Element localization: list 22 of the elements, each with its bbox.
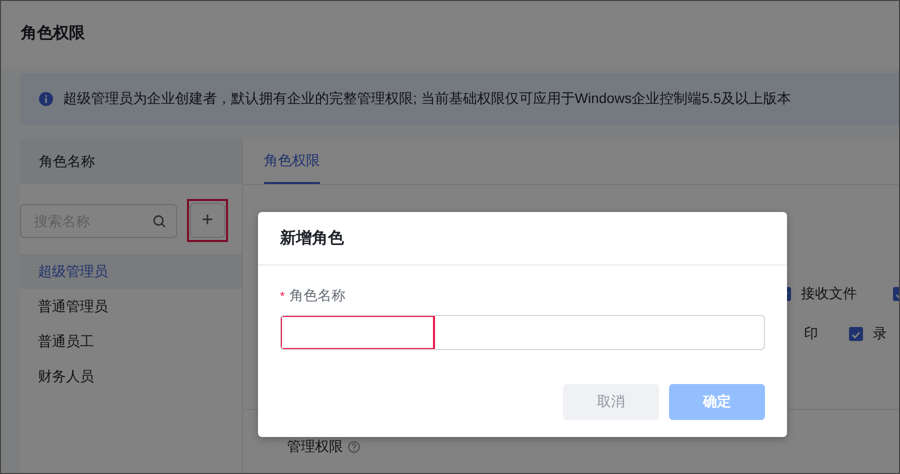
search-icon (153, 214, 166, 228)
cancel-button[interactable]: 取消 (563, 384, 659, 420)
notice-text: 超级管理员为企业创建者，默认拥有企业的完整管理权限; 当前基础权限仅可应用于Windows企业控制端5.5及以上版本 (63, 90, 792, 108)
section-title: 管理权限 (287, 438, 343, 456)
role-item[interactable]: 普通管理员 (20, 289, 242, 324)
checkbox-label: 接收文件 (801, 285, 857, 303)
role-item[interactable]: 超级管理员 (20, 254, 242, 289)
role-item[interactable]: 财务人员 (20, 359, 242, 394)
checkbox[interactable] (849, 327, 863, 341)
field-label: 角色名称 (290, 287, 346, 305)
checkmark-icon (850, 329, 862, 341)
checkbox-label: 录 (873, 325, 887, 343)
role-item[interactable]: 普通员工 (20, 324, 242, 359)
panel-header: 角色名称 (20, 139, 242, 184)
required-mark: * (280, 289, 285, 303)
checkbox-label: 印 (804, 325, 818, 343)
info-icon (39, 92, 53, 106)
input-field[interactable] (280, 315, 765, 350)
tab[interactable]: 角色权限 (264, 139, 320, 184)
dialog-title: 新增角色 (280, 228, 344, 248)
page-title: 角色权限 (21, 24, 85, 44)
help-icon[interactable] (348, 441, 360, 453)
